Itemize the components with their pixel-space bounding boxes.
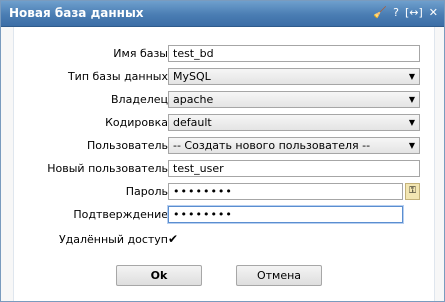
row-owner: Владелец apache ▼ xyxy=(14,91,434,109)
password-label: Пароль xyxy=(125,185,168,198)
new-database-dialog: Новая база данных 🧹 ? [↔] ✕ Имя базы tes… xyxy=(0,0,445,302)
dropdown-arrow-icon: ▼ xyxy=(408,72,415,81)
confirm-label: Подтверждение xyxy=(73,208,168,221)
cancel-button[interactable]: Отмена xyxy=(236,265,322,286)
help-icon[interactable]: ? xyxy=(393,6,399,20)
dropdown-arrow-icon: ▼ xyxy=(408,118,415,127)
remote-access-label: Удалённый доступ xyxy=(58,233,168,246)
row-password: Пароль •••••••• ⚿ xyxy=(14,183,434,201)
user-select[interactable]: -- Создать нового пользователя -- ▼ xyxy=(168,137,420,154)
owner-value: apache xyxy=(173,93,214,106)
password-input[interactable]: •••••••• xyxy=(168,183,403,200)
row-user: Пользователь -- Создать нового пользоват… xyxy=(14,137,434,155)
db-type-value: MySQL xyxy=(173,70,211,83)
close-icon[interactable]: ✕ xyxy=(429,6,438,20)
form-body: Имя базы test_bd Тип базы данных MySQL ▼… xyxy=(13,27,435,301)
dropdown-arrow-icon: ▼ xyxy=(408,95,415,104)
row-remote-access: Удалённый доступ ✔ xyxy=(14,231,434,249)
confirm-password-input[interactable]: •••••••• xyxy=(168,206,403,223)
title-icons: 🧹 ? [↔] ✕ xyxy=(373,6,438,20)
titlebar: Новая база данных 🧹 ? [↔] ✕ xyxy=(1,1,444,27)
db-name-label: Имя базы xyxy=(113,47,168,60)
new-user-input[interactable]: test_user xyxy=(168,160,420,177)
row-db-type: Тип базы данных MySQL ▼ xyxy=(14,68,434,86)
row-db-name: Имя базы test_bd xyxy=(14,45,434,63)
broom-icon[interactable]: 🧹 xyxy=(373,6,387,20)
db-type-label: Тип базы данных xyxy=(67,70,168,83)
dropdown-arrow-icon: ▼ xyxy=(408,141,415,150)
generate-password-icon[interactable]: ⚿ xyxy=(405,183,420,200)
ok-button[interactable]: Ok xyxy=(116,265,202,286)
user-value: -- Создать нового пользователя -- xyxy=(173,139,371,152)
row-new-user: Новый пользователь test_user xyxy=(14,160,434,178)
dialog-title: Новая база данных xyxy=(9,6,144,20)
remote-access-checkbox[interactable]: ✔ xyxy=(168,233,180,245)
db-type-select[interactable]: MySQL ▼ xyxy=(168,68,420,85)
maximize-icon[interactable]: [↔] xyxy=(405,6,423,20)
user-label: Пользователь xyxy=(86,139,168,152)
row-encoding: Кодировка default ▼ xyxy=(14,114,434,132)
encoding-value: default xyxy=(173,116,212,129)
encoding-label: Кодировка xyxy=(105,116,168,129)
owner-label: Владелец xyxy=(111,93,168,106)
encoding-select[interactable]: default ▼ xyxy=(168,114,420,131)
owner-select[interactable]: apache ▼ xyxy=(168,91,420,108)
row-confirm: Подтверждение •••••••• xyxy=(14,206,434,224)
db-name-input[interactable]: test_bd xyxy=(168,45,420,62)
new-user-label: Новый пользователь xyxy=(47,162,168,175)
